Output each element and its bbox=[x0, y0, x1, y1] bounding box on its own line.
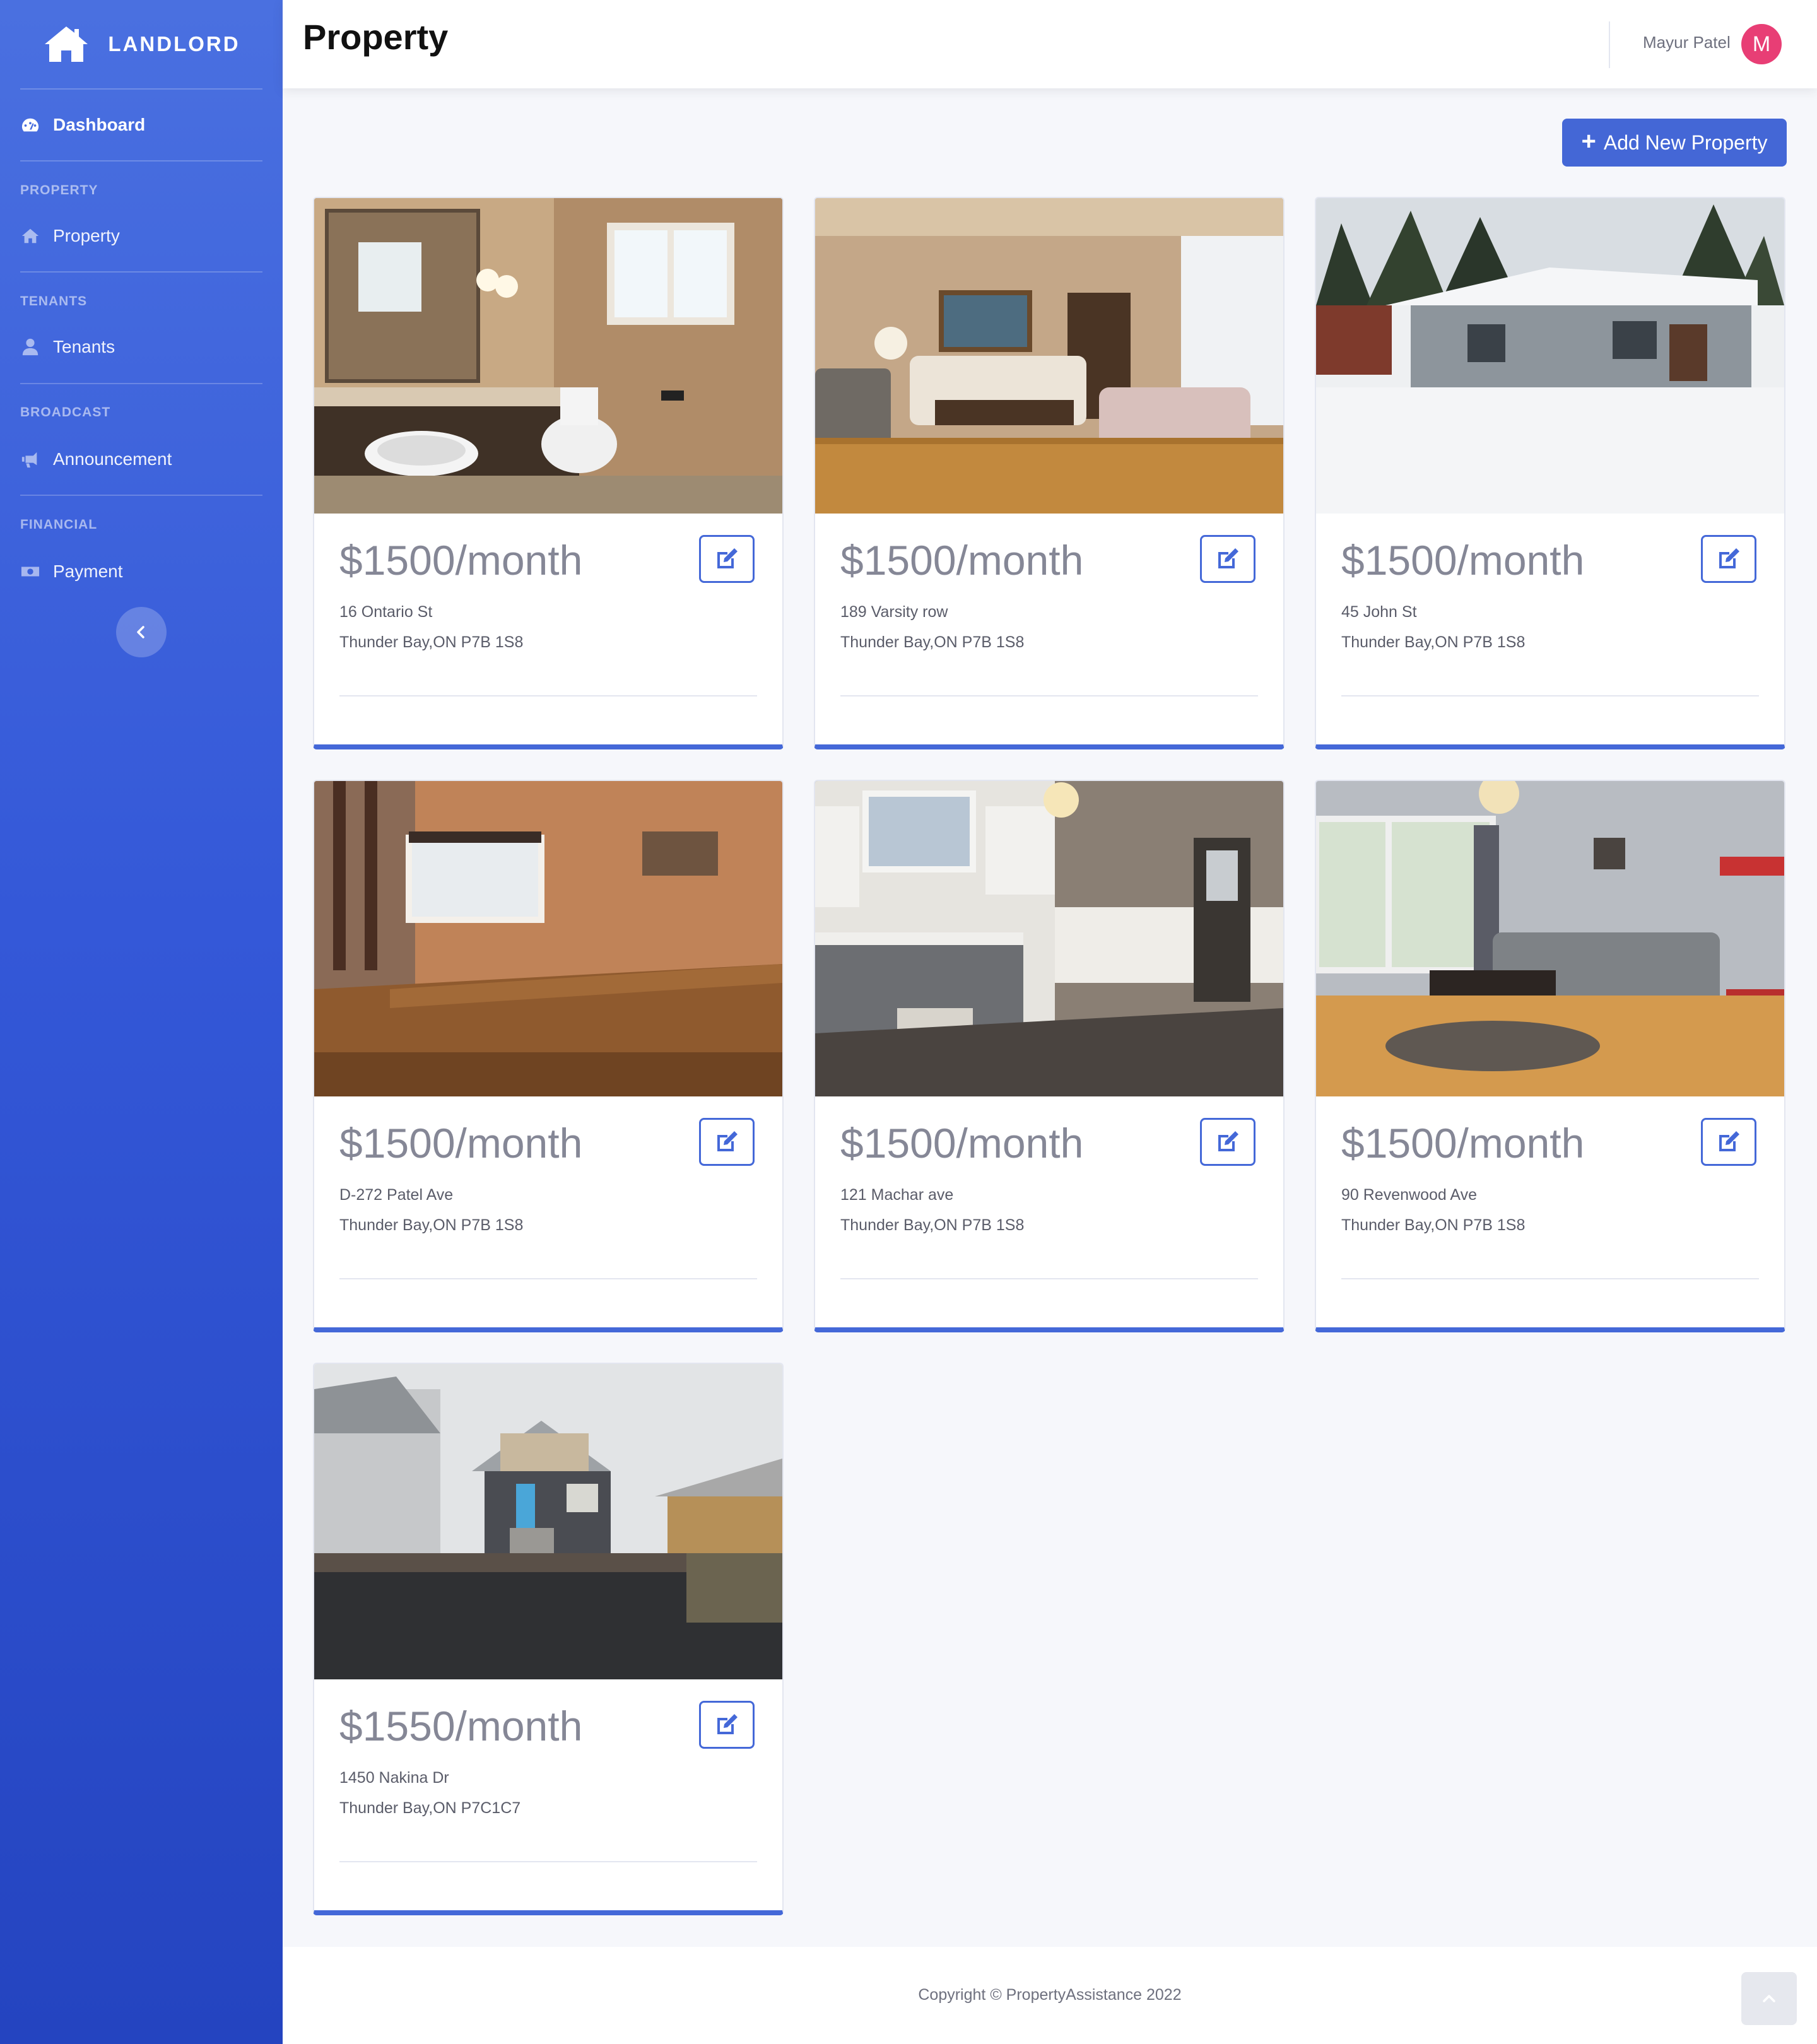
sidebar-toggle-button[interactable] bbox=[116, 607, 167, 657]
property-price: $1500/month bbox=[840, 537, 1084, 584]
property-card: $1500/month 121 Machar ave Thunder Bay,O… bbox=[814, 780, 1285, 1332]
edit-icon bbox=[717, 1714, 738, 1734]
property-address-line1: 90 Revenwood Ave bbox=[1341, 1186, 1477, 1204]
sidebar-item-property[interactable]: Property bbox=[20, 217, 262, 255]
sidebar-item-payment[interactable]: Payment bbox=[20, 553, 262, 590]
card-divider bbox=[1341, 695, 1759, 696]
card-divider bbox=[339, 1278, 757, 1279]
sidebar-divider bbox=[20, 160, 262, 162]
add-new-property-button[interactable]: + Add New Property bbox=[1562, 119, 1787, 167]
property-address-line1: 1450 Nakina Dr bbox=[339, 1769, 449, 1787]
tachometer-icon bbox=[20, 115, 40, 135]
sidebar-divider bbox=[20, 88, 262, 90]
property-price: $1500/month bbox=[1341, 537, 1585, 584]
copyright-text: Copyright © PropertyAssistance 2022 bbox=[918, 1986, 1182, 2004]
property-address-line2: Thunder Bay,ON P7B 1S8 bbox=[1341, 1216, 1526, 1234]
sidebar-item-label: Payment bbox=[53, 561, 123, 581]
sidebar-divider bbox=[20, 495, 262, 496]
bullhorn-icon bbox=[20, 449, 40, 469]
property-price: $1550/month bbox=[339, 1703, 583, 1749]
chevron-up-icon bbox=[1763, 1995, 1775, 2002]
sidebar-heading-tenants: TENANTS bbox=[20, 294, 88, 308]
sidebar-item-label: Tenants bbox=[53, 337, 115, 356]
edit-property-button[interactable] bbox=[699, 1118, 755, 1166]
sidebar: LANDLORD Dashboard PROPERTY Property TEN… bbox=[0, 0, 283, 2044]
sidebar-item-tenants[interactable]: Tenants bbox=[20, 328, 262, 366]
avatar[interactable]: M bbox=[1741, 24, 1782, 64]
property-address-line2: Thunder Bay,ON P7C1C7 bbox=[339, 1799, 521, 1817]
topbar: Property Mayur Patel M bbox=[283, 0, 1817, 88]
property-address-line2: Thunder Bay,ON P7B 1S8 bbox=[840, 633, 1025, 651]
edit-icon bbox=[717, 548, 738, 568]
property-card: $1500/month 189 Varsity row Thunder Bay,… bbox=[814, 197, 1285, 749]
property-price: $1500/month bbox=[339, 537, 583, 584]
property-price: $1500/month bbox=[840, 1120, 1084, 1166]
property-card: $1550/month 1450 Nakina Dr Thunder Bay,O… bbox=[313, 1363, 784, 1915]
card-divider bbox=[1341, 1278, 1759, 1279]
sidebar-item-dashboard[interactable]: Dashboard bbox=[20, 106, 262, 144]
plus-icon: + bbox=[1581, 127, 1596, 155]
property-price: $1500/month bbox=[1341, 1120, 1585, 1166]
edit-icon bbox=[1218, 1131, 1238, 1151]
property-address-line1: 16 Ontario St bbox=[339, 603, 433, 621]
property-address-line2: Thunder Bay,ON P7B 1S8 bbox=[339, 1216, 524, 1234]
sidebar-item-label: Property bbox=[53, 226, 120, 245]
sidebar-divider bbox=[20, 271, 262, 273]
footer: Copyright © PropertyAssistance 2022 bbox=[283, 1947, 1817, 2044]
user-icon bbox=[20, 337, 40, 357]
card-divider bbox=[840, 695, 1258, 696]
app: LANDLORD Dashboard PROPERTY Property TEN… bbox=[0, 0, 1817, 2044]
property-address-line2: Thunder Bay,ON P7B 1S8 bbox=[840, 1216, 1025, 1234]
edit-property-button[interactable] bbox=[1701, 1118, 1756, 1166]
brand[interactable]: LANDLORD bbox=[0, 0, 283, 88]
property-photo[interactable] bbox=[314, 198, 782, 514]
sidebar-heading-broadcast: BROADCAST bbox=[20, 405, 111, 420]
property-photo[interactable] bbox=[815, 198, 1283, 514]
property-photo[interactable] bbox=[314, 1364, 782, 1679]
scroll-to-top-button[interactable] bbox=[1741, 1972, 1797, 2025]
property-address-line1: 189 Varsity row bbox=[840, 603, 948, 621]
sidebar-heading-financial: FINANCIAL bbox=[20, 517, 98, 532]
add-new-property-label: Add New Property bbox=[1603, 131, 1768, 154]
sidebar-item-announcement[interactable]: Announcement bbox=[20, 440, 262, 478]
card-divider bbox=[840, 1278, 1258, 1279]
property-photo[interactable] bbox=[1316, 781, 1784, 1096]
money-bill-icon bbox=[20, 561, 40, 582]
edit-icon bbox=[717, 1131, 738, 1151]
property-price: $1500/month bbox=[339, 1120, 583, 1166]
edit-property-button[interactable] bbox=[1200, 1118, 1255, 1166]
property-card: $1500/month 16 Ontario St Thunder Bay,ON… bbox=[313, 197, 784, 749]
sidebar-divider bbox=[20, 383, 262, 384]
property-card: $1500/month 45 John St Thunder Bay,ON P7… bbox=[1315, 197, 1785, 749]
chevron-left-icon bbox=[137, 626, 144, 638]
property-address-line1: D-272 Patel Ave bbox=[339, 1186, 454, 1204]
brand-name: LANDLORD bbox=[108, 32, 240, 56]
sidebar-item-label: Announcement bbox=[53, 449, 172, 469]
home-icon bbox=[20, 226, 40, 246]
user-name[interactable]: Mayur Patel bbox=[1643, 33, 1731, 52]
edit-property-button[interactable] bbox=[1701, 535, 1756, 583]
edit-property-button[interactable] bbox=[699, 1701, 755, 1749]
property-address-line2: Thunder Bay,ON P7B 1S8 bbox=[339, 633, 524, 651]
edit-icon bbox=[1218, 548, 1238, 568]
edit-property-button[interactable] bbox=[1200, 535, 1255, 583]
property-card: $1500/month 90 Revenwood Ave Thunder Bay… bbox=[1315, 780, 1785, 1332]
home-icon bbox=[45, 26, 88, 62]
sidebar-heading-property: PROPERTY bbox=[20, 183, 98, 197]
card-divider bbox=[339, 695, 757, 696]
page-title: Property bbox=[303, 17, 449, 57]
edit-icon bbox=[1719, 548, 1739, 568]
topbar-divider bbox=[1609, 21, 1610, 68]
property-photo[interactable] bbox=[815, 781, 1283, 1096]
property-address-line2: Thunder Bay,ON P7B 1S8 bbox=[1341, 633, 1526, 651]
property-photo[interactable] bbox=[314, 781, 782, 1096]
card-divider bbox=[339, 1861, 757, 1862]
sidebar-item-label: Dashboard bbox=[53, 115, 146, 134]
edit-property-button[interactable] bbox=[699, 535, 755, 583]
property-card: $1500/month D-272 Patel Ave Thunder Bay,… bbox=[313, 780, 784, 1332]
property-address-line1: 45 John St bbox=[1341, 603, 1417, 621]
property-address-line1: 121 Machar ave bbox=[840, 1186, 954, 1204]
edit-icon bbox=[1719, 1131, 1739, 1151]
property-photo[interactable] bbox=[1316, 198, 1784, 514]
